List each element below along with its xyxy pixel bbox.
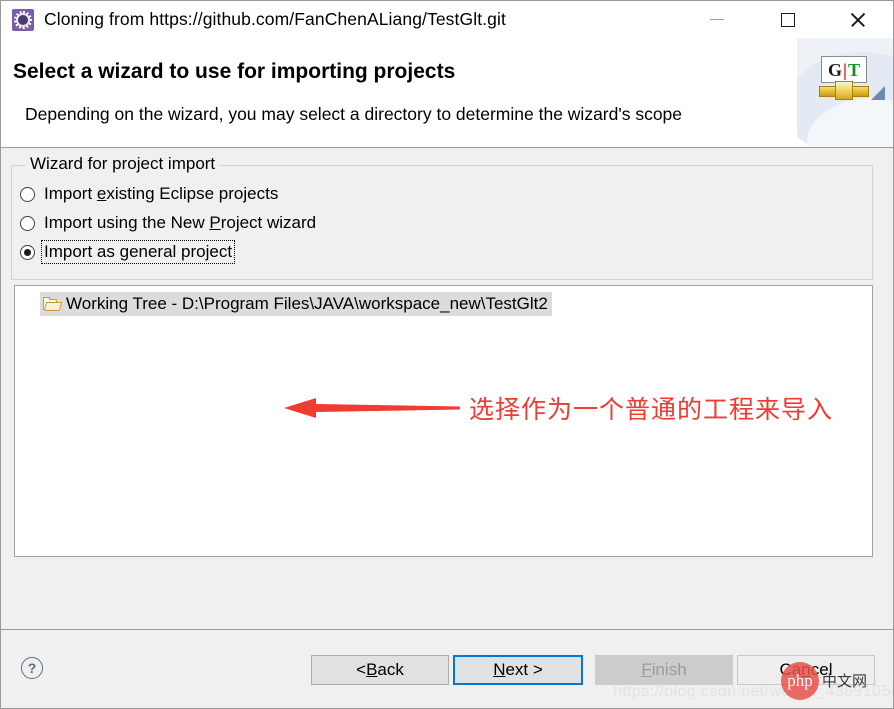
radio-circle-icon[interactable]	[20, 244, 35, 260]
tree-item-working-tree[interactable]: Working Tree - D:\Program Files\JAVA\wor…	[40, 292, 552, 316]
radio-label: Import using the New Project wizard	[44, 213, 317, 232]
git-logo-icon: G | T	[819, 56, 869, 104]
close-button[interactable]	[835, 1, 881, 38]
wizard-dialog-window: Cloning from https://github.com/FanChenA…	[0, 0, 894, 709]
banner-triangle-icon	[871, 86, 885, 100]
tree-item-label: Working Tree - D:\Program Files\JAVA\wor…	[66, 294, 548, 313]
finish-button: Finish	[595, 655, 733, 685]
watermark-php-logo: php	[781, 662, 819, 700]
window-title: Cloning from https://github.com/FanChenA…	[44, 9, 506, 29]
git-logo-t: T	[847, 59, 860, 80]
next-button[interactable]: Next >	[453, 655, 583, 685]
radio-import-existing-eclipse-projects[interactable]: Import existing Eclipse projects	[20, 182, 280, 206]
maximize-icon	[781, 12, 795, 27]
radio-circle-icon[interactable]	[20, 186, 35, 202]
help-icon[interactable]: ?	[21, 657, 43, 679]
git-repository-icon	[12, 8, 34, 31]
git-logo-g: G	[828, 59, 843, 80]
back-button[interactable]: < Back	[311, 655, 449, 685]
wizard-header: G | T Select a wizard to use for importing…	[1, 38, 893, 148]
radio-import-using-new-project-wizard[interactable]: Import using the New Project wizard	[20, 211, 318, 235]
annotation-text: 选择作为一个普通的工程来导入	[469, 395, 834, 424]
wizard-group-label: Wizard for project import	[26, 154, 220, 174]
page-description: Depending on the wizard, you may select …	[25, 104, 683, 124]
git-banner-graphic: G | T	[797, 38, 893, 147]
minimize-icon	[710, 19, 724, 20]
wizard-group-box: Wizard for project import Import existin…	[11, 154, 873, 280]
radio-label: Import existing Eclipse projects	[44, 184, 279, 203]
open-folder-icon	[43, 296, 63, 312]
maximize-button[interactable]	[765, 1, 811, 38]
close-icon	[849, 11, 867, 29]
title-bar[interactable]: Cloning from https://github.com/FanChenA…	[1, 1, 893, 38]
radio-label: Import as general project	[40, 240, 236, 264]
minimize-button[interactable]	[694, 1, 740, 38]
radio-import-as-general-project[interactable]: Import as general project	[20, 240, 236, 264]
radio-circle-icon[interactable]	[20, 215, 35, 231]
dialog-body: Wizard for project import Import existin…	[1, 149, 893, 629]
page-title: Select a wizard to use for importing pro…	[13, 60, 456, 83]
watermark-cn-text: 中文网	[822, 672, 868, 690]
